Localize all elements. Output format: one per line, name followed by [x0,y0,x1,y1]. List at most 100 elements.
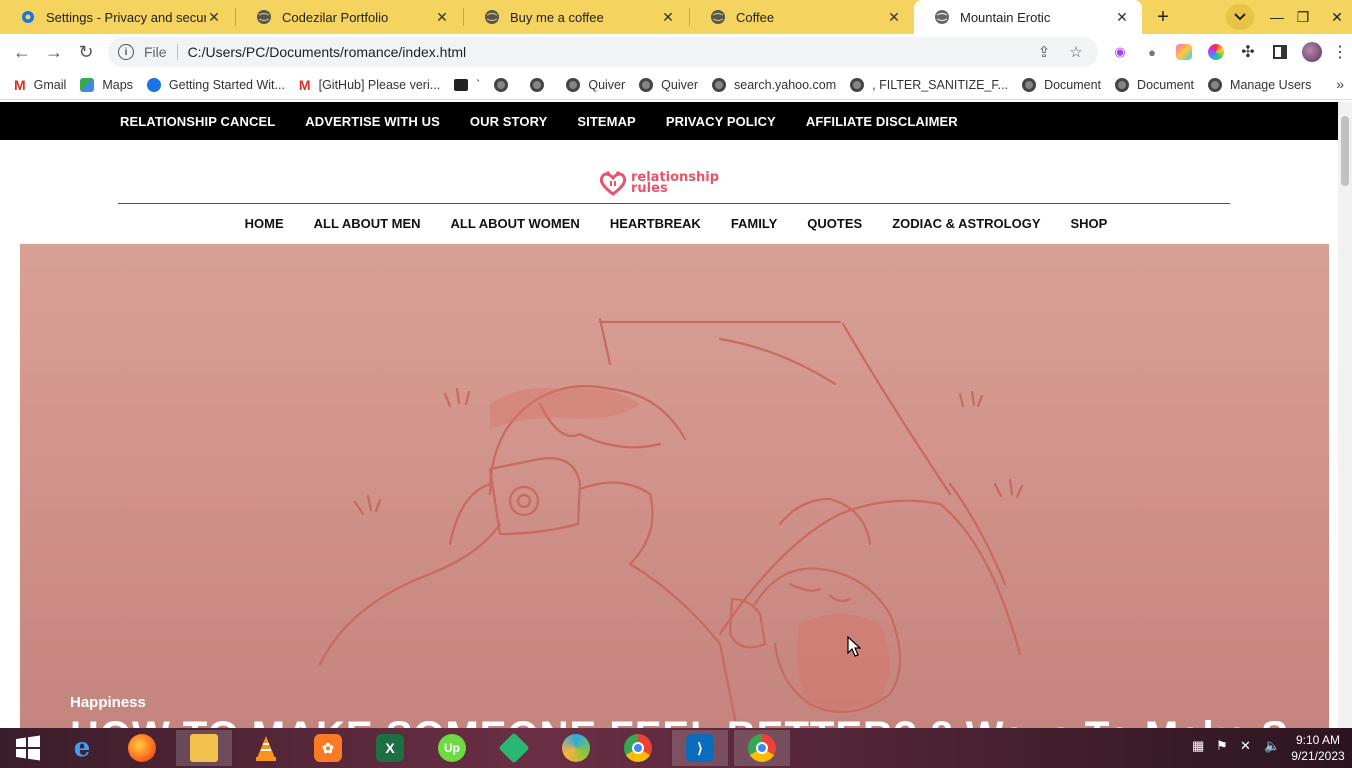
nav-zodiac-astrology[interactable]: ZODIAC & ASTROLOGY [892,216,1040,231]
info-icon[interactable]: i [118,44,134,60]
nav-all-about-women[interactable]: ALL ABOUT WOMEN [451,216,580,231]
bookmarks-bar: M Gmail Maps Getting Started Wit... M [G… [0,70,1352,100]
file-explorer-icon[interactable] [176,730,232,766]
hero-category[interactable]: Happiness [70,694,146,711]
vlc-icon[interactable] [238,730,294,766]
bookmark-yahoo[interactable]: search.yahoo.com [712,77,837,92]
share-icon[interactable]: ⇪ [1034,43,1054,61]
close-icon[interactable]: ✕ [1114,9,1130,26]
globe-icon [712,77,726,92]
url-text[interactable]: C:/Users/PC/Documents/romance/index.html [188,44,1034,60]
nav-our-story[interactable]: OUR STORY [470,114,547,129]
nav-relationship-cancel[interactable]: RELATIONSHIP CANCEL [120,114,275,129]
scrollbar-thumb[interactable] [1341,116,1349,186]
chrome-profile-icon[interactable] [734,730,790,766]
bookmark-gmail[interactable]: M Gmail [14,77,66,93]
bookmark-quiver[interactable]: Quiver [639,77,698,92]
chevron-down-icon[interactable] [1226,4,1254,30]
menu-icon[interactable]: ⋮ [1330,42,1350,62]
bookmark-globe[interactable] [530,77,552,92]
avatar[interactable] [1302,42,1322,62]
address-bar[interactable]: i File C:/Users/PC/Documents/romance/ind… [108,37,1098,67]
new-tab-button[interactable]: + [1149,4,1177,30]
tab-label: Buy me a coffee [510,9,604,25]
vscode-icon[interactable]: ⟩ [672,730,728,766]
bookmark-label: Manage Users [1230,77,1312,92]
extension-icon[interactable] [1206,42,1226,62]
bookmark-document[interactable]: Document [1022,77,1102,92]
close-icon[interactable]: ✕ [434,9,450,26]
nav-affiliate-disclaimer[interactable]: AFFILIATE DISCLAIMER [806,114,958,129]
bookmark-maps[interactable]: Maps [80,77,133,92]
bookmark-manage-users[interactable]: Manage Users [1208,77,1312,92]
nav-privacy-policy[interactable]: PRIVACY POLICY [666,114,776,129]
globe-icon [530,77,545,92]
close-icon[interactable]: ✕ [206,9,222,26]
star-icon[interactable]: ☆ [1066,43,1086,61]
nav-home[interactable]: HOME [245,216,284,231]
close-window-button[interactable]: ✕ [1324,0,1350,34]
tab-settings[interactable]: Settings - Privacy and security ✕ [0,0,234,34]
bookmark-globe[interactable] [494,77,516,92]
bookmark-label: search.yahoo.com [734,77,837,92]
nav-sitemap[interactable]: SITEMAP [577,114,635,129]
close-icon[interactable]: ✕ [886,9,902,26]
bookmark-label: Document [1044,77,1102,92]
internet-explorer-icon[interactable]: e [54,730,110,766]
nav-shop[interactable]: SHOP [1071,216,1108,231]
firefox-icon[interactable] [114,730,170,766]
hero-title[interactable]: HOW TO MAKE SOMEONE FEEL BETTER? 8 Ways … [70,714,1289,728]
restore-button[interactable]: ❐ [1290,0,1316,34]
minimize-button[interactable]: — [1264,0,1290,34]
tab-coffee[interactable]: Coffee ✕ [690,0,914,34]
tab-codezilar[interactable]: Codezilar Portfolio ✕ [236,0,462,34]
flag-icon[interactable]: ⚑ [1216,738,1228,754]
wifi-off-icon[interactable]: ✕ [1240,738,1251,754]
extension-icon[interactable]: ◉ [1110,42,1130,62]
bookmark-label: Gmail [33,77,67,92]
volume-icon[interactable]: 🔈 [1264,738,1280,754]
close-icon[interactable]: ✕ [660,9,676,26]
nav-family[interactable]: FAMILY [731,216,777,231]
scrollbar[interactable] [1338,102,1352,728]
bookmark-github[interactable]: M [GitHub] Please veri... [299,77,440,93]
tab-mountain-erotic[interactable]: Mountain Erotic ✕ [914,0,1142,34]
xampp-icon[interactable]: ✿ [300,730,356,766]
globe-icon [710,9,726,25]
system-clock[interactable]: 9:10 AM 9/21/2023 [1288,732,1348,764]
network-icon[interactable]: ▦ [1192,738,1204,754]
bookmark-getting-started[interactable]: Getting Started Wit... [146,77,285,92]
nav-all-about-men[interactable]: ALL ABOUT MEN [314,216,421,231]
nav-advertise[interactable]: ADVERTISE WITH US [305,114,440,129]
bookmark-backtick[interactable]: ` [454,78,480,92]
excel-icon[interactable]: X [362,730,418,766]
chevron-right-icon[interactable]: » [1336,76,1344,92]
bookmark-quiver[interactable]: Quiver [566,77,625,92]
globe-icon [639,77,654,92]
gear-icon [20,9,36,25]
app-icon[interactable] [486,730,542,766]
extension-icon[interactable] [1174,42,1194,62]
puzzle-icon[interactable]: ✣ [1238,42,1258,62]
forward-button[interactable]: → [42,40,66,64]
reload-button[interactable]: ↻ [74,40,98,64]
extension-icon[interactable]: ● [1142,42,1162,62]
gmail-icon: M [298,76,311,93]
nav-heartbreak[interactable]: HEARTBREAK [610,216,701,231]
tab-buy-me-a-coffee[interactable]: Buy me a coffee ✕ [464,0,688,34]
bookmark-document[interactable]: Document [1115,77,1194,92]
globe-icon [1022,77,1037,92]
hero-banner[interactable]: Happiness HOW TO MAKE SOMEONE FEEL BETTE… [20,244,1329,728]
app-icon[interactable] [548,730,604,766]
side-panel-icon[interactable] [1270,42,1290,62]
chrome-icon[interactable] [610,730,666,766]
back-button[interactable]: ← [10,40,34,64]
bookmark-label: Getting Started Wit... [168,77,285,92]
browser-toolbar: ← → ↻ i File C:/Users/PC/Documents/roman… [0,34,1352,70]
bookmark-filter-sanitize[interactable]: , FILTER_SANITIZE_F... [850,77,1008,92]
upwork-icon[interactable]: Up [424,730,480,766]
bookmark-icon [454,78,469,91]
nav-quotes[interactable]: QUOTES [807,216,862,231]
start-button[interactable] [0,730,56,766]
site-logo[interactable]: relationship rules [598,170,719,196]
